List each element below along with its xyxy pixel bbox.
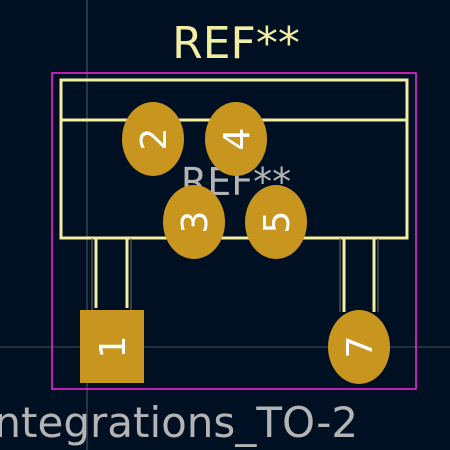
pad-label: 2 — [134, 128, 175, 151]
reference-top-text: REF** — [172, 18, 300, 69]
pad-label: 7 — [340, 336, 381, 359]
pad-1[interactable]: 1 — [80, 310, 144, 383]
pad-label: 5 — [257, 211, 298, 234]
pad-label: 4 — [217, 128, 258, 151]
pcb-footprint-canvas[interactable]: REF** REF** 2 4 3 5 1 7 Integrations_TO-… — [0, 0, 450, 450]
pad-2[interactable]: 2 — [122, 102, 184, 176]
value-text: Integrations_TO-2 — [0, 398, 358, 447]
pad-4[interactable]: 4 — [205, 102, 267, 176]
pad-3[interactable]: 3 — [163, 185, 225, 259]
pad-label: 1 — [93, 336, 134, 359]
pad-label: 3 — [175, 211, 216, 234]
pad-7[interactable]: 7 — [328, 310, 390, 384]
pad-5[interactable]: 5 — [245, 185, 307, 259]
